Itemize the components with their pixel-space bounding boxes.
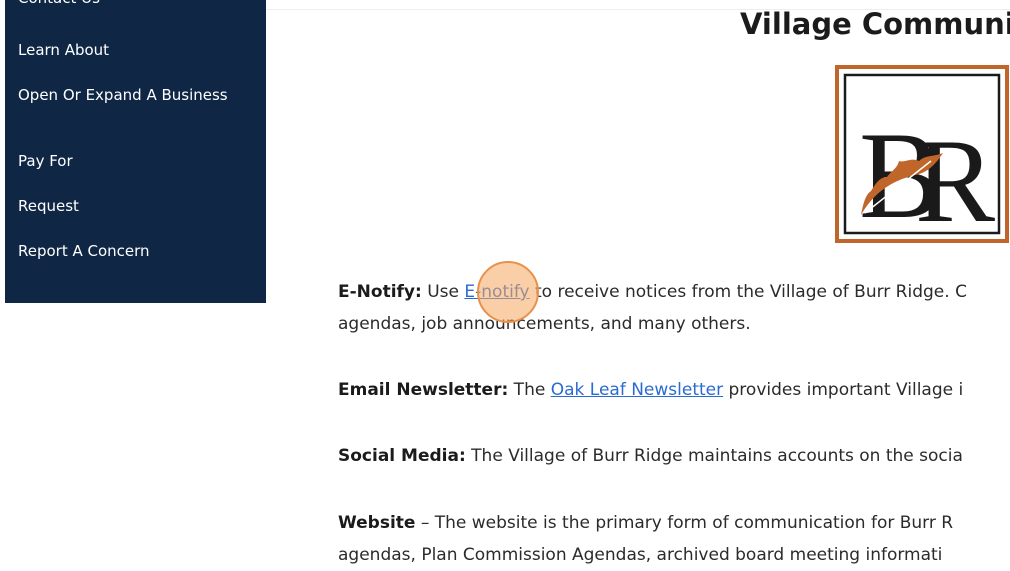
sidebar-menu: Contact Us Learn About Open Or Expand A … — [5, 0, 266, 303]
sidebar-item-learn-about[interactable]: Learn About — [18, 40, 248, 61]
website-text: – The website is the primary form of com… — [415, 513, 954, 533]
newsletter-paragraph: Email Newsletter: The Oak Leaf Newslette… — [338, 374, 1010, 406]
enotify-paragraph: E-Notify: Use E-notify to receive notice… — [338, 276, 1010, 340]
village-logo: B R — [835, 65, 1009, 247]
svg-text:R: R — [915, 114, 995, 243]
website-paragraph: Website – The website is the primary for… — [338, 507, 1010, 571]
website-text-line2: agendas, Plan Commission Agendas, archiv… — [338, 545, 943, 565]
sidebar-item-open-or-expand-business[interactable]: Open Or Expand A Business — [18, 85, 248, 106]
social-media-text: The Village of Burr Ridge maintains acco… — [465, 446, 963, 466]
sidebar-item-pay-for[interactable]: Pay For — [18, 151, 248, 172]
oak-leaf-newsletter-link[interactable]: Oak Leaf Newsletter — [551, 380, 723, 400]
social-media-paragraph: Social Media: The Village of Burr Ridge … — [338, 440, 1010, 472]
enotify-label: E-Notify: — [338, 282, 422, 302]
enotify-text-after: to receive notices from the Village of B… — [529, 282, 967, 302]
website-label: Website — [338, 513, 416, 533]
enotify-text-line2: agendas, job announcements, and many oth… — [338, 314, 751, 334]
click-highlight-indicator — [477, 261, 539, 323]
page-title: Village Communic — [740, 7, 1010, 42]
social-media-label: Social Media: — [338, 446, 466, 466]
sidebar-item-request[interactable]: Request — [18, 196, 248, 217]
newsletter-text-after: provides important Village i — [723, 380, 964, 400]
newsletter-label: Email Newsletter: — [338, 380, 509, 400]
sidebar-item-report-a-concern[interactable]: Report A Concern — [18, 241, 248, 262]
newsletter-text-before: The — [508, 380, 551, 400]
enotify-text-before: Use — [421, 282, 465, 302]
sidebar-item-contact-us[interactable]: Contact Us — [18, 0, 248, 9]
